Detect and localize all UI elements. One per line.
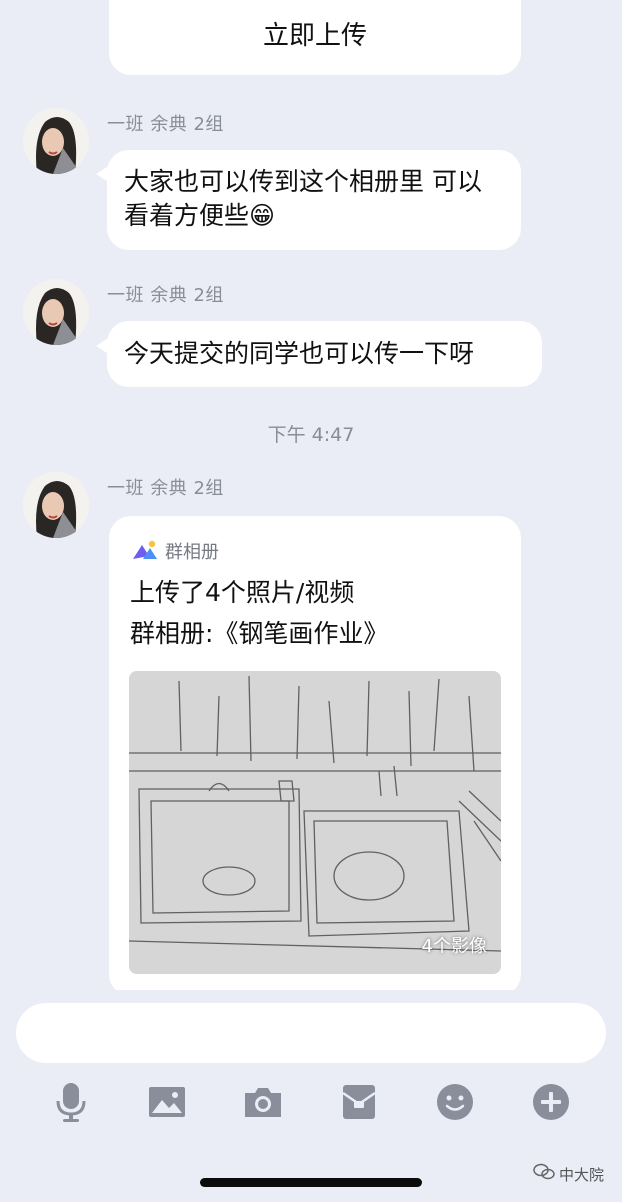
chat-area[interactable]: 立即上传 一班 余典 2组 大家也可以传到这个相册里 可以看着方便些😁 一班 余… [0,0,622,990]
emoji-icon[interactable] [435,1078,475,1126]
message-text: 大家也可以传到这个相册里 可以看着方便些 [124,167,482,230]
upload-now-label: 立即上传 [262,21,367,51]
camera-icon[interactable] [243,1078,283,1126]
home-indicator[interactable] [200,1178,422,1187]
album-app-name: 群相册 [165,542,219,563]
group-album-card[interactable]: 群相册 上传了4个照片/视频 群相册:《钢笔画作业》 4个影像 [109,516,521,990]
message-bubble[interactable]: 今天提交的同学也可以传一下呀 [107,321,542,387]
plus-icon[interactable] [531,1078,571,1126]
album-photo-thumbnail[interactable]: 4个影像 [129,671,501,974]
album-upload-summary: 上传了4个照片/视频 [130,578,355,607]
group-album-icon [131,536,159,570]
sender-name: 一班 余典 2组 [107,114,224,135]
message-text: 今天提交的同学也可以传一下呀 [124,339,475,368]
grin-emoji: 😁 [249,201,276,230]
message-bubble[interactable]: 大家也可以传到这个相册里 可以看着方便些😁 [107,150,521,250]
input-toolbar [0,1078,622,1128]
watermark-label: 中大院 [558,1165,604,1184]
album-header: 群相册 [131,536,219,570]
image-icon[interactable] [147,1078,187,1126]
wechat-icon [533,1163,555,1185]
photo-count-label: 4个影像 [421,936,487,957]
sender-name: 一班 余典 2组 [107,478,224,499]
message-input[interactable] [16,1003,606,1063]
album-title: 群相册:《钢笔画作业》 [130,619,389,648]
timestamp: 下午 4:47 [267,424,355,446]
upload-now-card[interactable]: 立即上传 [109,0,521,75]
avatar[interactable] [23,472,89,538]
sender-name: 一班 余典 2组 [107,285,224,306]
avatar[interactable] [23,279,89,345]
red-packet-icon[interactable] [339,1078,379,1126]
avatar[interactable] [23,108,89,174]
watermark: 中大院 [533,1163,604,1185]
mic-icon[interactable] [51,1078,91,1126]
